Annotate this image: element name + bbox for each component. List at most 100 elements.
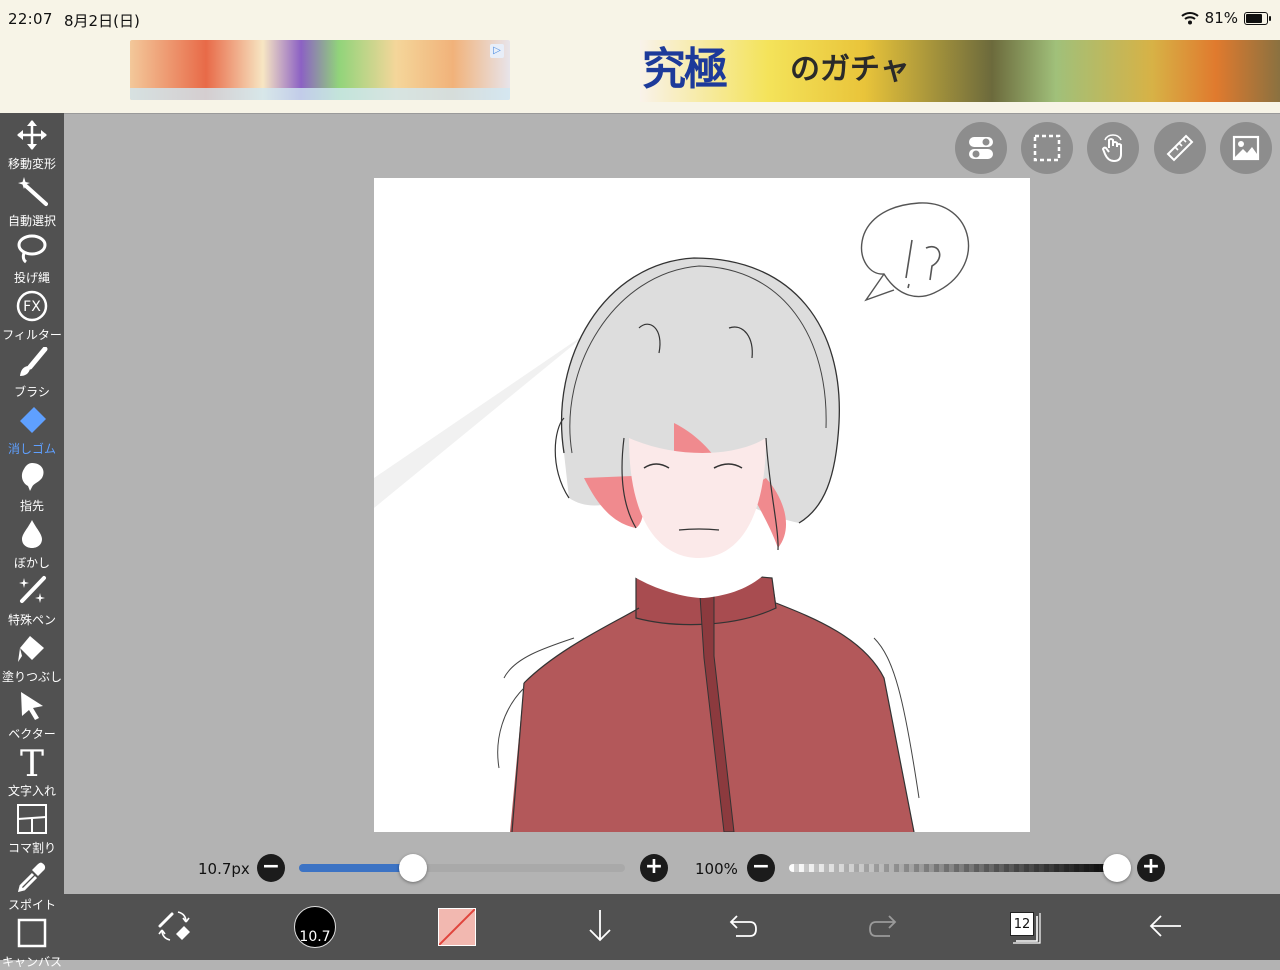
lasso-icon <box>17 234 47 264</box>
brush-size-value: 10.7 <box>299 929 331 945</box>
tool-finger[interactable]: 指先 <box>0 457 64 514</box>
swap-pen-eraser-icon <box>158 911 190 941</box>
ad-banner-area: ▷ 究極 のガチャ <box>0 38 1280 114</box>
ad-banner-right[interactable]: 究極 のガチャ <box>640 40 1280 102</box>
undo-button[interactable] <box>712 894 772 960</box>
eraser-icon <box>20 407 46 433</box>
frame-divider-icon <box>17 804 47 834</box>
tool-frame[interactable]: コマ割り <box>0 799 64 856</box>
smudge-finger-icon <box>21 463 44 491</box>
battery-fill <box>1246 13 1263 23</box>
transparent-slash-icon <box>439 909 475 945</box>
toggle-button[interactable] <box>955 122 1007 174</box>
undo-icon <box>729 915 757 937</box>
tool-lasso[interactable]: 投げ縄 <box>0 229 64 286</box>
battery-percent: 81% <box>1204 9 1238 27</box>
tool-eraser[interactable]: 消しゴム <box>0 400 64 457</box>
tool-filter[interactable]: FX フィルター <box>0 286 64 343</box>
ad-right-subtitle: のガチャ <box>790 52 910 87</box>
color-swatch-button[interactable] <box>438 908 476 946</box>
move-arrows-icon <box>17 120 47 150</box>
magic-wand-icon <box>18 177 48 206</box>
drawing-canvas[interactable] <box>374 178 1030 832</box>
tool-label: ぼかし <box>13 556 50 570</box>
vector-cursor-icon <box>21 692 43 720</box>
artwork <box>374 202 970 832</box>
toggle-switch-icon <box>969 137 993 159</box>
ad-choices-icon[interactable]: ▷ <box>490 44 504 58</box>
fx-filter-icon: FX <box>16 290 48 322</box>
tool-label: ブラシ <box>14 385 50 399</box>
size-plus-button[interactable]: + <box>640 854 668 882</box>
left-toolbar: 移動変形 自動選択 投げ縄 FX フィルター ブラシ 消しゴム 指先 ぼかし 特… <box>0 113 64 969</box>
size-minus-button[interactable]: − <box>257 854 285 882</box>
tool-special-pen[interactable]: 特殊ペン <box>0 571 64 628</box>
tool-magic-wand[interactable]: 自動選択 <box>0 172 64 229</box>
brush-size-label: 10.7px <box>198 860 250 878</box>
image-material-icon <box>1232 135 1260 161</box>
touch-button[interactable] <box>1087 122 1139 174</box>
ad-right-title: 究極 <box>642 44 728 95</box>
tool-label: 指先 <box>19 499 44 513</box>
arrow-down-icon <box>589 910 611 942</box>
blur-drop-icon <box>22 520 42 548</box>
swap-tools-button[interactable] <box>144 894 204 960</box>
opacity-plus-button[interactable]: + <box>1137 854 1165 882</box>
tool-label: 移動変形 <box>7 157 56 171</box>
paint-bucket-icon <box>18 636 44 662</box>
opacity-slider[interactable] <box>789 864 1129 872</box>
bottom-toolbar: 10.7 12 <box>64 894 1280 960</box>
layer-count: 12 <box>1010 912 1034 936</box>
tool-label: ベクター <box>8 727 56 741</box>
layers-button[interactable]: 12 <box>1010 908 1042 944</box>
tool-canvas[interactable]: キャンバス <box>0 913 64 970</box>
wifi-icon <box>1180 12 1199 25</box>
opacity-label: 100% <box>695 860 738 878</box>
tool-blur[interactable]: ぼかし <box>0 514 64 571</box>
canvas-square-icon <box>17 918 47 948</box>
tool-label: フィルター <box>2 328 62 342</box>
status-date: 8月2日(日) <box>64 12 140 30</box>
material-button[interactable] <box>1220 122 1272 174</box>
selection-button[interactable] <box>1021 122 1073 174</box>
ad-banner-left[interactable]: ▷ <box>130 40 510 100</box>
merge-down-button[interactable] <box>570 894 630 960</box>
back-button[interactable] <box>1136 894 1196 960</box>
text-t-icon: T <box>20 746 44 778</box>
tool-move[interactable]: 移動変形 <box>0 115 64 172</box>
size-slider-fill <box>299 864 414 872</box>
brush-size-slider[interactable] <box>299 864 625 872</box>
brush-icon <box>20 347 48 376</box>
tool-label: 塗りつぶし <box>1 670 63 684</box>
special-pen-icon <box>19 576 46 603</box>
opacity-slider-thumb[interactable] <box>1103 854 1131 882</box>
ruler-button[interactable] <box>1154 122 1206 174</box>
slider-row: 10.7px − + 100% − + <box>0 850 1280 890</box>
tool-label: 自動選択 <box>7 214 56 228</box>
svg-text:T: T <box>20 746 44 778</box>
opacity-minus-button[interactable]: − <box>747 854 775 882</box>
arrow-left-icon <box>1149 915 1181 937</box>
tool-label: スポイト <box>7 898 56 912</box>
dashed-selection-icon <box>1033 134 1061 162</box>
redo-icon <box>869 915 897 937</box>
tool-brush[interactable]: ブラシ <box>0 343 64 400</box>
tool-label: 特殊ペン <box>7 613 56 627</box>
hand-touch-icon <box>1101 134 1122 162</box>
svg-text:FX: FX <box>23 299 41 315</box>
status-bar: 22:07 8月2日(日) 81% <box>0 0 1280 38</box>
size-slider-thumb[interactable] <box>399 854 428 882</box>
status-right: 81% <box>1180 9 1271 27</box>
tool-vector[interactable]: ベクター <box>0 685 64 742</box>
redo-button[interactable] <box>854 894 914 960</box>
ruler-icon <box>1166 134 1194 162</box>
status-time: 22:07 <box>8 10 53 28</box>
tool-fill[interactable]: 塗りつぶし <box>0 628 64 685</box>
tool-label: 消しゴム <box>7 442 56 456</box>
brush-size-button[interactable]: 10.7 <box>294 906 336 948</box>
battery-icon <box>1244 11 1271 25</box>
tool-label: キャンバス <box>1 955 62 969</box>
tool-label: 文字入れ <box>7 784 56 798</box>
tool-label: 投げ縄 <box>13 271 50 285</box>
tool-text[interactable]: T 文字入れ <box>0 742 64 799</box>
